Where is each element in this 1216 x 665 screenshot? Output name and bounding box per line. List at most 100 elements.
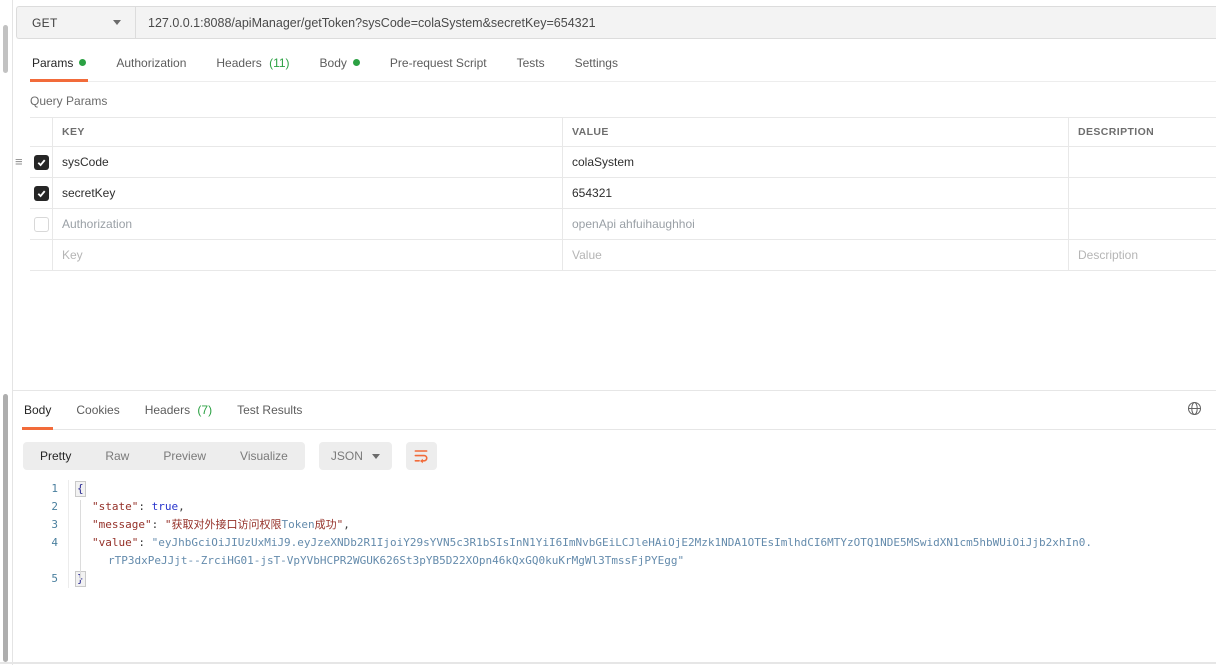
response-body-viewer: 1 {2 "state": true,3"message": "获取对外接口访问权限… <box>13 480 1216 588</box>
url-bar: GET 127.0.0.1:8088/apiManager/getToken?s… <box>16 6 1216 39</box>
checkmark-icon <box>36 157 47 168</box>
line-number: 4 <box>13 534 58 552</box>
value-cell[interactable]: openApi ahfuihaughhoi <box>562 209 1068 239</box>
token-punct: : <box>152 518 165 531</box>
table-row: AuthorizationopenApi ahfuihaughhoi <box>30 209 1216 240</box>
token-cjk: "获取对外接口访问权限 <box>165 518 282 531</box>
token-bool: true <box>152 500 179 513</box>
tab-label: Authorization <box>116 56 186 70</box>
response-format-select[interactable]: JSON <box>319 442 392 470</box>
tab-label: Tests <box>517 56 545 70</box>
response-format-label: JSON <box>331 449 363 463</box>
key-cell[interactable]: secretKey <box>52 178 562 208</box>
scrollbar-thumb-bottom[interactable] <box>3 394 8 662</box>
row-select-cell <box>30 240 52 270</box>
view-tab-preview[interactable]: Preview <box>146 442 223 470</box>
code-line: 3"message": "获取对外接口访问权限Token成功", <box>13 516 1216 534</box>
code-line-content: "message": "获取对外接口访问权限Token成功", <box>75 516 350 534</box>
app-window: GET 127.0.0.1:8088/apiManager/getToken?s… <box>0 0 1216 665</box>
window-bottom-edge <box>0 662 1216 664</box>
tab-authorization[interactable]: Authorization <box>114 48 188 81</box>
view-tab-raw[interactable]: Raw <box>88 442 146 470</box>
row-select-cell <box>30 147 52 177</box>
tab-label: Cookies <box>76 403 119 417</box>
response-tab-cookies[interactable]: Cookies <box>74 391 121 429</box>
line-number <box>13 552 58 570</box>
line-number: 1 <box>13 480 58 498</box>
description-cell[interactable] <box>1068 178 1216 208</box>
code-line-content: rTP3dxPeJJjt--ZrciHG01-jsT-VpYVbHCPR2WGU… <box>75 552 684 570</box>
response-tab-test-results[interactable]: Test Results <box>235 391 304 429</box>
http-method-select[interactable]: GET <box>17 7 135 38</box>
token-punct: : <box>138 536 151 549</box>
code-line-content: "state": true, <box>75 498 185 516</box>
tab-tests[interactable]: Tests <box>515 48 547 81</box>
indent-guide <box>80 500 81 580</box>
code-line: 5} <box>13 570 1216 588</box>
tab-label: Pre-request Script <box>390 56 487 70</box>
code-line: 2 "state": true, <box>13 498 1216 516</box>
key-cell[interactable]: sysCode <box>52 147 562 177</box>
gutter-separator <box>68 480 69 588</box>
green-dot-icon <box>353 59 360 66</box>
response-tabs: Body Cookies Headers (7) Test Results <box>22 391 1216 430</box>
view-tab-visualize[interactable]: Visualize <box>223 442 305 470</box>
token-key: "value" <box>92 536 138 549</box>
code-line: 4"value": "eyJhbGciOiJIUzUxMiJ9.eyJzeXND… <box>13 534 1216 552</box>
value-cell[interactable]: colaSystem <box>562 147 1068 177</box>
token-key: "message" <box>92 518 152 531</box>
tab-label: Body <box>24 403 51 417</box>
tab-count-badge: (7) <box>194 403 212 417</box>
line-number: 2 <box>13 498 58 516</box>
response-toolbar: PrettyRawPreviewVisualize JSON <box>23 442 1216 470</box>
request-response-gap <box>13 271 1216 390</box>
description-cell[interactable] <box>1068 209 1216 239</box>
description-column-header: DESCRIPTION <box>1068 118 1216 146</box>
tab-body[interactable]: Body <box>318 48 362 81</box>
tab-label: Params <box>32 56 73 70</box>
chevron-down-icon <box>113 20 121 25</box>
token-punct: : <box>138 500 151 513</box>
view-tab-pretty[interactable]: Pretty <box>23 442 88 470</box>
left-scrollbar[interactable] <box>0 0 10 665</box>
query-params-table: KEY VALUE DESCRIPTION ≡sysCodecolaSystem… <box>30 117 1216 271</box>
row-checkbox[interactable] <box>34 217 49 232</box>
checkmark-icon <box>36 188 47 199</box>
globe-icon[interactable] <box>1187 401 1202 421</box>
tab-params[interactable]: Params <box>30 48 88 81</box>
request-tabs: Params Authorization Headers (11) Body Pre-r… <box>30 48 1216 82</box>
green-dot-icon <box>79 59 86 66</box>
drag-handle-icon[interactable]: ≡ <box>15 155 23 169</box>
token-cjk: 成功" <box>315 518 344 531</box>
code-line-content: { <box>75 480 86 498</box>
row-checkbox[interactable] <box>34 186 49 201</box>
description-cell[interactable]: Description <box>1068 240 1216 270</box>
token-string: rTP3dxPeJJjt--ZrciHG01-jsT-VpYVbHCPR2WGU… <box>108 554 684 567</box>
query-params-title: Query Params <box>30 94 1216 108</box>
wrap-text-button[interactable] <box>406 442 437 470</box>
response-tab-headers[interactable]: Headers (7) <box>143 391 214 429</box>
key-cell[interactable]: Authorization <box>52 209 562 239</box>
tab-headers[interactable]: Headers (11) <box>214 48 291 81</box>
row-select-cell <box>30 178 52 208</box>
token-punct: , <box>178 500 185 513</box>
scrollbar-thumb-top[interactable] <box>3 25 8 73</box>
value-cell[interactable]: Value <box>562 240 1068 270</box>
value-cell[interactable]: 654321 <box>562 178 1068 208</box>
code-line: rTP3dxPeJJjt--ZrciHG01-jsT-VpYVbHCPR2WGU… <box>13 552 1216 570</box>
key-cell[interactable]: Key <box>52 240 562 270</box>
row-select-cell <box>30 209 52 239</box>
http-method-label: GET <box>32 16 58 30</box>
request-url-input[interactable]: 127.0.0.1:8088/apiManager/getToken?sysCo… <box>136 16 1216 30</box>
description-cell[interactable] <box>1068 147 1216 177</box>
value-column-header: VALUE <box>562 118 1068 146</box>
tab-label: Headers <box>216 56 261 70</box>
tab-settings[interactable]: Settings <box>573 48 620 81</box>
select-column-header <box>30 118 52 146</box>
row-checkbox[interactable] <box>34 155 49 170</box>
tab-count-badge: (11) <box>266 56 290 70</box>
table-row: ≡sysCodecolaSystem <box>30 147 1216 178</box>
table-header-row: KEY VALUE DESCRIPTION <box>30 117 1216 147</box>
tab-pre-request-script[interactable]: Pre-request Script <box>388 48 489 81</box>
response-tab-body[interactable]: Body <box>22 391 53 429</box>
